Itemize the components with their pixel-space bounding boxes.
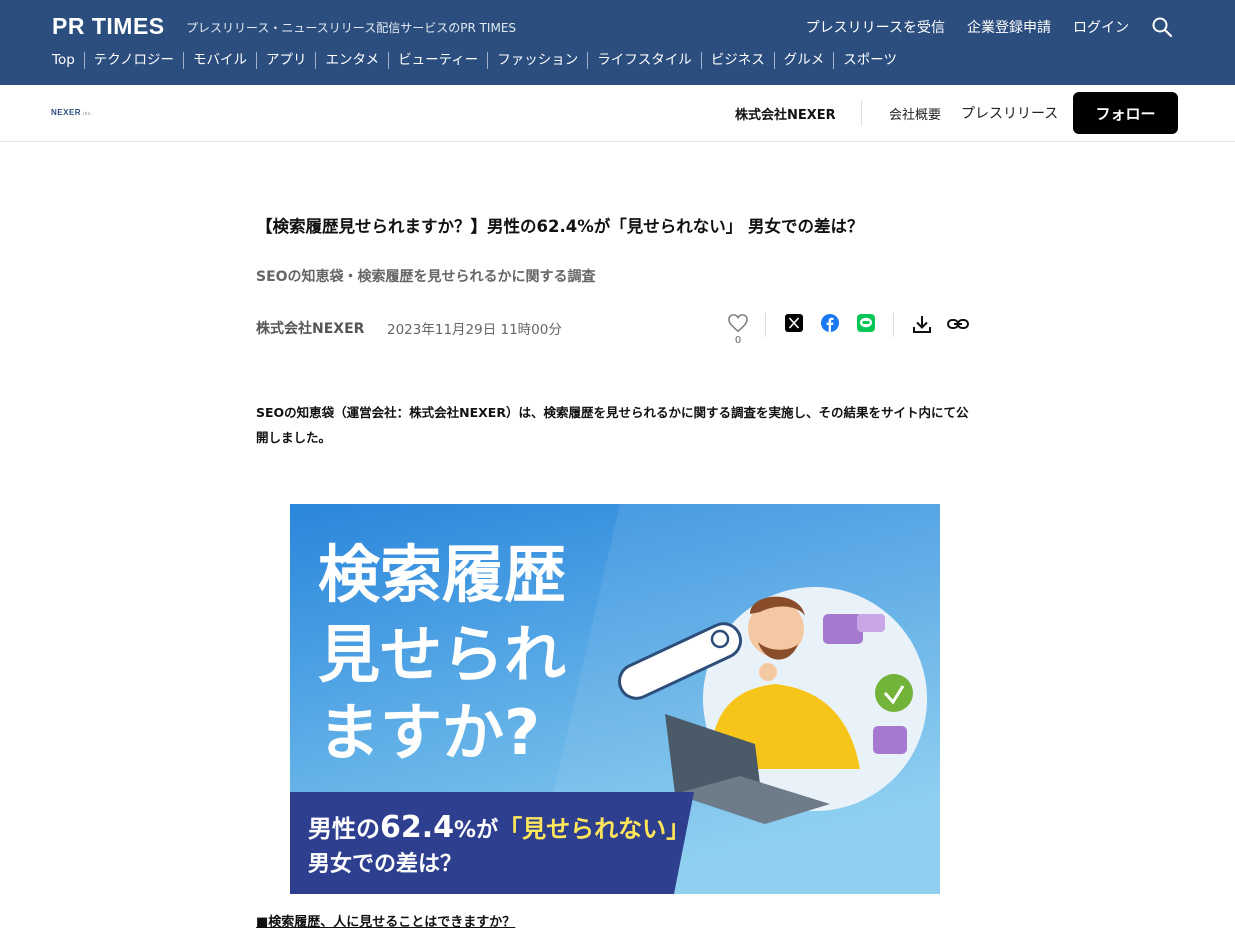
category-fashion[interactable]: ファッション [487,52,587,69]
site-logo[interactable]: PR TIMES [52,13,165,40]
hero-headline-line3: ますか? [318,696,540,769]
site-tagline: プレスリリース・ニュースリリース配信サービスのPR TIMES [186,21,517,35]
category-entertainment[interactable]: エンタメ [315,52,388,69]
hero-headline-line1: 検索履歴 [318,538,566,611]
company-profile-link[interactable]: 会社概要 [889,104,941,123]
hero-image: 検索履歴 見せられ ますか? 男性の62.4%が「見せられない」 男女での差は？ [290,504,940,894]
article-company[interactable]: 株式会社NEXER [256,318,364,338]
article-date: 2023年11月29日 11時00分 [387,322,562,338]
divider [861,101,862,126]
facebook-icon[interactable] [821,314,839,332]
article-title: 【検索履歴見せられますか？】男性の62.4%が「見せられない」 男女での差は？ [256,217,864,236]
login-link[interactable]: ログイン [1073,17,1129,37]
category-mobile[interactable]: モバイル [182,52,256,69]
company-register-link[interactable]: 企業登録申請 [967,17,1051,37]
category-business[interactable]: ビジネス [700,52,774,69]
banner-unit: %が [454,817,498,843]
line-icon[interactable] [857,314,875,332]
link-icon[interactable] [946,314,970,334]
company-logo-suffix: inc. [83,111,93,117]
category-app[interactable]: アプリ [255,52,316,69]
like-button[interactable]: 0 [726,313,750,346]
category-gourmet[interactable]: グルメ [773,52,834,69]
article-lead: SEOの知恵袋（運営会社：株式会社NEXER）は、検索履歴を見せられるかに関する… [256,405,969,445]
banner-prefix: 男性の [308,815,380,843]
hero-banner-line2: 男女での差は？ [308,851,462,877]
section-heading: ■検索履歴、人に見せることはできますか？ [256,915,516,930]
category-beauty[interactable]: ビューティー [388,52,487,69]
company-logo[interactable]: NEXER inc. [51,108,93,117]
press-release-link[interactable]: プレスリリース [961,103,1058,123]
x-icon[interactable] [785,314,803,332]
company-logo-text: NEXER [51,108,82,117]
category-technology[interactable]: テクノロジー [83,52,183,69]
hero-banner-line1: 男性の62.4%が「見せられない」 [308,810,690,845]
article-subtitle: SEOの知恵袋・検索履歴を見せられるかに関する調査 [256,269,596,285]
company-name[interactable]: 株式会社NEXER [735,104,836,123]
like-count: 0 [734,335,742,346]
site-header: PR TIMES プレスリリース・ニュースリリース配信サービスのPR TIMES… [0,0,1235,85]
banner-number: 62.4 [380,810,454,845]
category-sports[interactable]: スポーツ [833,52,906,69]
search-icon[interactable] [1151,16,1173,38]
subscribe-link[interactable]: プレスリリースを受信 [806,17,945,37]
category-nav: Top テクノロジー モバイル アプリ エンタメ ビューティー ファッション ラ… [52,52,906,69]
header-links: プレスリリースを受信 企業登録申請 ログイン [806,16,1173,38]
category-top[interactable]: Top [52,52,84,69]
banner-quote: 「見せられない」 [498,815,690,843]
follow-button[interactable]: フォロー [1073,92,1178,134]
divider [893,313,894,337]
download-icon[interactable] [912,314,932,334]
company-bar: NEXER inc. 株式会社NEXER 会社概要 プレスリリース フォロー [0,85,1235,142]
category-lifestyle[interactable]: ライフスタイル [587,52,701,69]
heart-icon [728,314,748,333]
hero-headline-line2: 見せられ [318,618,566,691]
divider [765,313,766,337]
